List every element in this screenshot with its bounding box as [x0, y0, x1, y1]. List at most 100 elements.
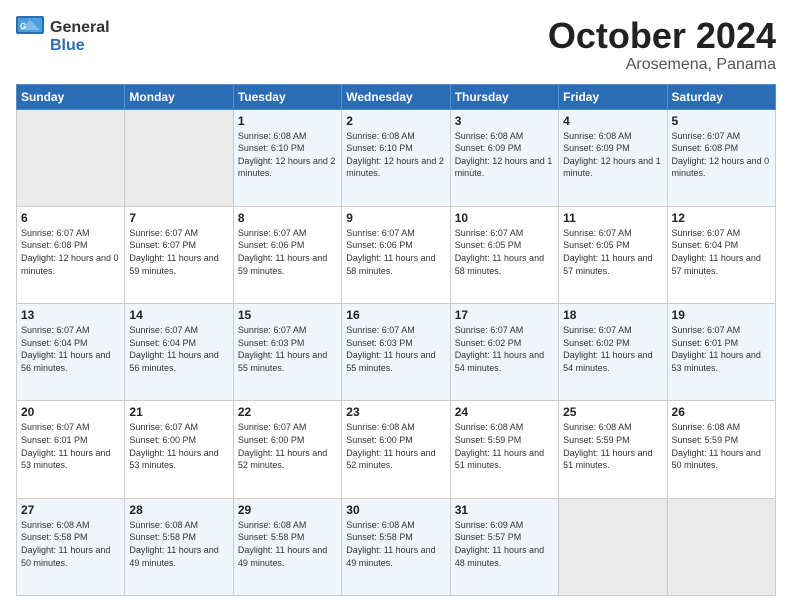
day-number: 8	[238, 211, 337, 225]
calendar-cell	[559, 498, 667, 595]
calendar-cell: 10 Sunrise: 6:07 AMSunset: 6:05 PMDayligh…	[450, 206, 558, 303]
day-number: 24	[455, 405, 554, 419]
calendar-cell: 19Sunrise: 6:07 AMSunset: 6:01 PMDayligh…	[667, 304, 775, 401]
day-number: 27	[21, 503, 120, 517]
calendar-cell: 24 Sunrise: 6:08 AMSunset: 5:59 PMDayligh…	[450, 401, 558, 498]
day-number: 10	[455, 211, 554, 225]
location: Arosemena, Panama	[548, 56, 776, 74]
day-info: Sunrise: 6:07 AMSunset: 6:04 PMDaylight:…	[21, 324, 120, 374]
day-number: 4	[563, 114, 662, 128]
day-number: 12	[672, 211, 771, 225]
calendar-cell: 29Sunrise: 6:08 AMSunset: 5:58 PMDayligh…	[233, 498, 341, 595]
day-number: 2	[346, 114, 445, 128]
calendar-cell: 7Sunrise: 6:07 AMSunset: 6:07 PMDaylight…	[125, 206, 233, 303]
day-number: 21	[129, 405, 228, 419]
calendar-table: SundayMondayTuesdayWednesdayThursdayFrid…	[16, 84, 776, 596]
logo-blue-text: Blue	[50, 37, 110, 55]
day-number: 13	[21, 308, 120, 322]
day-info: Sunrise: 6:07 AMSunset: 6:08 PMDaylight:…	[21, 227, 120, 277]
calendar-cell	[667, 498, 775, 595]
calendar-cell: 3Sunrise: 6:08 AMSunset: 6:09 PMDaylight…	[450, 109, 558, 206]
day-info: Sunrise: 6:07 AMSunset: 6:04 PMDaylight:…	[129, 324, 228, 374]
day-info: Sunrise: 6:07 AMSunset: 6:08 PMDaylight:…	[672, 130, 771, 180]
calendar-week-row: 6 Sunrise: 6:07 AMSunset: 6:08 PMDaylight…	[17, 206, 776, 303]
day-info: Sunrise: 6:07 AMSunset: 6:03 PMDaylight:…	[346, 324, 445, 374]
day-number: 7	[129, 211, 228, 225]
day-number: 16	[346, 308, 445, 322]
calendar-cell: 2 Sunrise: 6:08 AMSunset: 6:10 PMDaylight…	[342, 109, 450, 206]
day-number: 26	[672, 405, 771, 419]
day-number: 9	[346, 211, 445, 225]
calendar-header-row: SundayMondayTuesdayWednesdayThursdayFrid…	[17, 84, 776, 109]
calendar-cell: 5 Sunrise: 6:07 AMSunset: 6:08 PMDaylight…	[667, 109, 775, 206]
day-info: Sunrise: 6:07 AMSunset: 6:02 PMDaylight:…	[455, 324, 554, 374]
day-info: Sunrise: 6:08 AMSunset: 6:10 PMDaylight:…	[238, 130, 337, 180]
calendar-header-saturday: Saturday	[667, 84, 775, 109]
calendar-cell: 4 Sunrise: 6:08 AMSunset: 6:09 PMDaylight…	[559, 109, 667, 206]
logo-general-text: General	[50, 19, 110, 37]
day-number: 1	[238, 114, 337, 128]
day-info: Sunrise: 6:08 AMSunset: 6:09 PMDaylight:…	[455, 130, 554, 180]
title-area: October 2024 Arosemena, Panama	[548, 16, 776, 74]
month-title: October 2024	[548, 16, 776, 56]
day-info: Sunrise: 6:08 AMSunset: 5:59 PMDaylight:…	[672, 421, 771, 471]
day-number: 23	[346, 405, 445, 419]
day-info: Sunrise: 6:07 AMSunset: 6:00 PMDaylight:…	[129, 421, 228, 471]
calendar-cell: 13 Sunrise: 6:07 AMSunset: 6:04 PMDayligh…	[17, 304, 125, 401]
page: G General Blue October 2024 Arosemena, P…	[0, 0, 792, 612]
day-number: 11	[563, 211, 662, 225]
day-number: 22	[238, 405, 337, 419]
day-number: 15	[238, 308, 337, 322]
day-number: 29	[238, 503, 337, 517]
calendar-cell: 16 Sunrise: 6:07 AMSunset: 6:03 PMDayligh…	[342, 304, 450, 401]
calendar-week-row: 20Sunrise: 6:07 AMSunset: 6:01 PMDayligh…	[17, 401, 776, 498]
calendar-cell: 20Sunrise: 6:07 AMSunset: 6:01 PMDayligh…	[17, 401, 125, 498]
calendar-cell: 23Sunrise: 6:08 AMSunset: 6:00 PMDayligh…	[342, 401, 450, 498]
day-number: 28	[129, 503, 228, 517]
day-info: Sunrise: 6:07 AMSunset: 6:05 PMDaylight:…	[455, 227, 554, 277]
header: G General Blue October 2024 Arosemena, P…	[16, 16, 776, 74]
day-info: Sunrise: 6:08 AMSunset: 5:58 PMDaylight:…	[129, 519, 228, 569]
day-info: Sunrise: 6:08 AMSunset: 6:10 PMDaylight:…	[346, 130, 445, 180]
calendar-cell: 6 Sunrise: 6:07 AMSunset: 6:08 PMDaylight…	[17, 206, 125, 303]
calendar-header-tuesday: Tuesday	[233, 84, 341, 109]
day-number: 31	[455, 503, 554, 517]
day-info: Sunrise: 6:07 AMSunset: 6:01 PMDaylight:…	[21, 421, 120, 471]
calendar-cell: 28 Sunrise: 6:08 AMSunset: 5:58 PMDayligh…	[125, 498, 233, 595]
day-info: Sunrise: 6:07 AMSunset: 6:06 PMDaylight:…	[238, 227, 337, 277]
calendar-cell: 27 Sunrise: 6:08 AMSunset: 5:58 PMDayligh…	[17, 498, 125, 595]
day-info: Sunrise: 6:07 AMSunset: 6:00 PMDaylight:…	[238, 421, 337, 471]
calendar-cell: 22 Sunrise: 6:07 AMSunset: 6:00 PMDayligh…	[233, 401, 341, 498]
day-number: 18	[563, 308, 662, 322]
calendar-cell: 9 Sunrise: 6:07 AMSunset: 6:06 PMDaylight…	[342, 206, 450, 303]
calendar-cell: 1 Sunrise: 6:08 AMSunset: 6:10 PMDaylight…	[233, 109, 341, 206]
calendar-week-row: 27 Sunrise: 6:08 AMSunset: 5:58 PMDayligh…	[17, 498, 776, 595]
logo-icon: G	[16, 16, 46, 52]
calendar-cell: 15Sunrise: 6:07 AMSunset: 6:03 PMDayligh…	[233, 304, 341, 401]
calendar-header-monday: Monday	[125, 84, 233, 109]
day-number: 19	[672, 308, 771, 322]
day-info: Sunrise: 6:07 AMSunset: 6:04 PMDaylight:…	[672, 227, 771, 277]
day-info: Sunrise: 6:07 AMSunset: 6:05 PMDaylight:…	[563, 227, 662, 277]
calendar-week-row: 13 Sunrise: 6:07 AMSunset: 6:04 PMDayligh…	[17, 304, 776, 401]
day-info: Sunrise: 6:08 AMSunset: 5:59 PMDaylight:…	[563, 421, 662, 471]
calendar-header-friday: Friday	[559, 84, 667, 109]
calendar-week-row: 1 Sunrise: 6:08 AMSunset: 6:10 PMDaylight…	[17, 109, 776, 206]
calendar-cell: 30Sunrise: 6:08 AMSunset: 5:58 PMDayligh…	[342, 498, 450, 595]
calendar-cell	[125, 109, 233, 206]
svg-text:G: G	[20, 22, 26, 31]
day-info: Sunrise: 6:08 AMSunset: 5:59 PMDaylight:…	[455, 421, 554, 471]
day-info: Sunrise: 6:07 AMSunset: 6:06 PMDaylight:…	[346, 227, 445, 277]
day-info: Sunrise: 6:08 AMSunset: 5:58 PMDaylight:…	[21, 519, 120, 569]
day-number: 25	[563, 405, 662, 419]
calendar-header-sunday: Sunday	[17, 84, 125, 109]
day-number: 5	[672, 114, 771, 128]
day-info: Sunrise: 6:08 AMSunset: 6:09 PMDaylight:…	[563, 130, 662, 180]
day-number: 6	[21, 211, 120, 225]
calendar-cell: 14Sunrise: 6:07 AMSunset: 6:04 PMDayligh…	[125, 304, 233, 401]
calendar-cell: 11 Sunrise: 6:07 AMSunset: 6:05 PMDayligh…	[559, 206, 667, 303]
day-info: Sunrise: 6:08 AMSunset: 5:58 PMDaylight:…	[346, 519, 445, 569]
calendar-cell: 8 Sunrise: 6:07 AMSunset: 6:06 PMDaylight…	[233, 206, 341, 303]
calendar-cell: 17Sunrise: 6:07 AMSunset: 6:02 PMDayligh…	[450, 304, 558, 401]
logo: G General Blue	[16, 16, 110, 57]
